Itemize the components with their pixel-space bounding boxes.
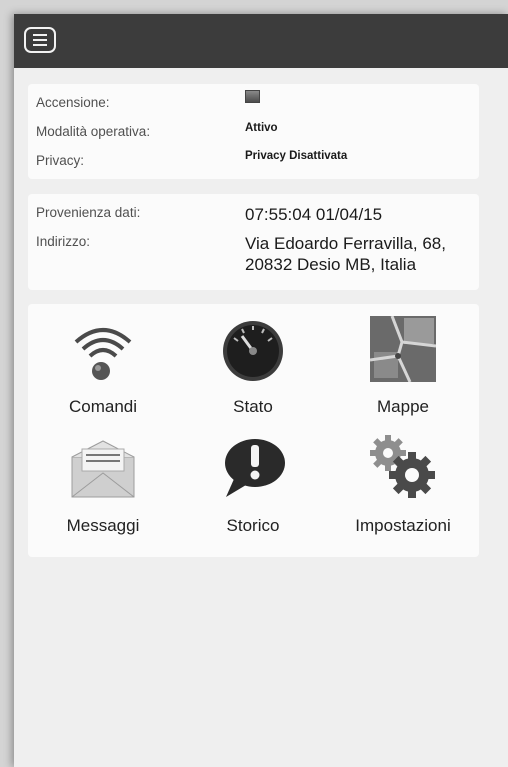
map-icon	[328, 310, 478, 392]
app-window: Accensione: Modalità operativa: Attivo P…	[14, 14, 508, 767]
menu-item-storico[interactable]: Storico	[178, 429, 328, 549]
menu-grid: Comandi Stato Mappe Messaggi Storico Imp…	[28, 304, 479, 557]
hamburger-menu-icon[interactable]	[24, 27, 56, 53]
menu-item-impostazioni[interactable]: Impostazioni	[328, 429, 478, 549]
menu-item-label: Impostazioni	[355, 516, 451, 535]
accensione-label: Accensione:	[36, 95, 110, 110]
privacy-label: Privacy:	[36, 153, 85, 168]
provenienza-value: 07:55:04 01/04/15	[245, 205, 383, 224]
indirizzo-label: Indirizzo:	[36, 234, 91, 249]
location-card: Provenienza dati: 07:55:04 01/04/15 Indi…	[28, 194, 479, 290]
speedometer-icon	[178, 310, 328, 392]
indirizzo-line-1: Via Edoardo Ferravilla, 68,	[245, 234, 446, 253]
menu-item-comandi[interactable]: Comandi	[28, 310, 178, 430]
menu-item-label: Messaggi	[66, 516, 140, 535]
menu-item-label: Stato	[233, 397, 273, 416]
menu-item-stato[interactable]: Stato	[178, 310, 328, 430]
privacy-value: Privacy Disattivata	[245, 150, 348, 162]
menu-item-label: Mappe	[377, 397, 429, 416]
provenienza-label: Provenienza dati:	[36, 205, 141, 220]
envelope-icon	[28, 429, 178, 511]
menu-item-label: Comandi	[68, 397, 138, 416]
wifi-signal-icon	[28, 310, 178, 392]
indirizzo-line-2: 20832 Desio MB, Italia	[245, 255, 417, 274]
status-card: Accensione: Modalità operativa: Attivo P…	[28, 84, 479, 179]
exclamation-bubble-icon	[178, 429, 328, 511]
modalita-value: Attivo	[245, 122, 278, 134]
menu-item-label: Storico	[226, 516, 280, 535]
modalita-label: Modalità operativa:	[36, 124, 151, 139]
menu-item-messaggi[interactable]: Messaggi	[28, 429, 178, 549]
top-bar	[14, 14, 508, 68]
square-indicator-icon	[245, 90, 260, 103]
gears-icon	[328, 429, 478, 511]
menu-item-mappe[interactable]: Mappe	[328, 310, 478, 430]
